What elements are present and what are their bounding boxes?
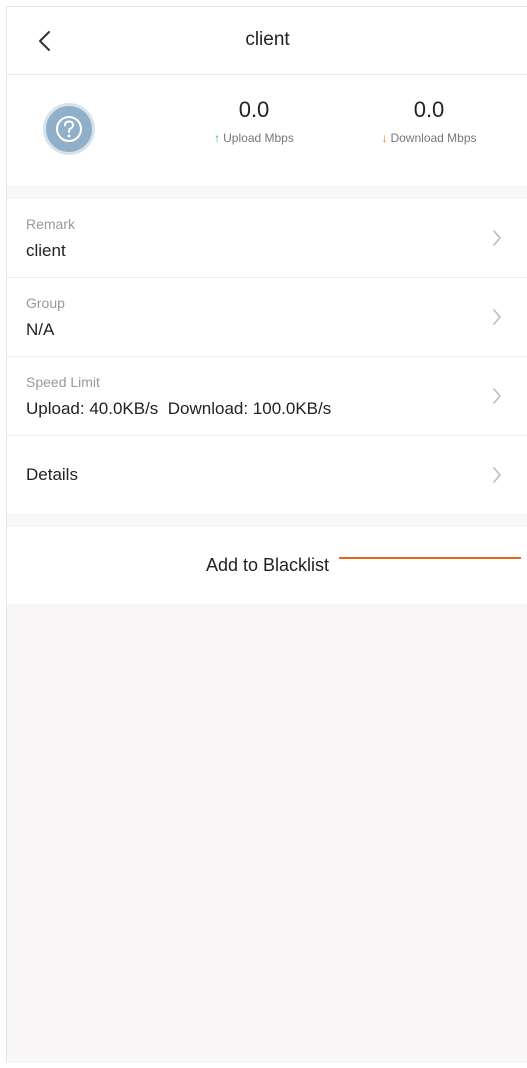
download-label-wrap: ↓ Download Mbps bbox=[354, 131, 504, 145]
upload-value: 0.0 bbox=[238, 97, 270, 122]
arrow-down-icon: ↓ bbox=[381, 131, 388, 145]
question-mark-icon bbox=[56, 116, 82, 142]
row-remark[interactable]: Remark client bbox=[7, 199, 527, 278]
row-label: Speed Limit bbox=[26, 374, 100, 390]
chevron-right-icon bbox=[493, 388, 501, 404]
row-value: Upload: 40.0KB/s Download: 100.0KB/s bbox=[26, 399, 332, 418]
row-speed-limit[interactable]: Speed Limit Upload: 40.0KB/s Download: 1… bbox=[7, 357, 527, 436]
row-details[interactable]: Details bbox=[7, 436, 527, 514]
row-value: client bbox=[26, 241, 66, 260]
row-value: N/A bbox=[26, 320, 55, 339]
settings-list: Remark client Group N/A Speed Limit Uplo… bbox=[7, 199, 527, 514]
page-title: client bbox=[245, 29, 290, 50]
chevron-right-icon bbox=[493, 467, 501, 483]
download-label: Download Mbps bbox=[390, 131, 477, 145]
device-avatar bbox=[43, 103, 95, 155]
device-screen: client 0.0 ↑ Upload Mbps 0.0 ↓ Download Mb… bbox=[6, 6, 527, 1063]
navigation-bar: client bbox=[7, 7, 527, 75]
download-stat: 0.0 ↓ Download Mbps bbox=[354, 97, 504, 145]
chevron-right-icon bbox=[493, 309, 501, 325]
row-group[interactable]: Group N/A bbox=[7, 278, 527, 357]
upload-stat: 0.0 ↑ Upload Mbps bbox=[179, 97, 329, 145]
row-label: Group bbox=[26, 295, 65, 311]
upload-label: Upload Mbps bbox=[223, 131, 294, 145]
upload-label-wrap: ↑ Upload Mbps bbox=[179, 131, 329, 145]
download-value: 0.0 bbox=[413, 97, 445, 122]
row-value: Details bbox=[26, 465, 78, 484]
traffic-stats: 0.0 ↑ Upload Mbps 0.0 ↓ Download Mbps bbox=[7, 75, 527, 186]
arrow-up-icon: ↑ bbox=[214, 131, 221, 145]
chevron-right-icon bbox=[493, 230, 501, 246]
add-to-blacklist-button[interactable]: Add to Blacklist bbox=[7, 527, 527, 604]
callout-line bbox=[339, 557, 521, 559]
row-label: Remark bbox=[26, 216, 76, 232]
